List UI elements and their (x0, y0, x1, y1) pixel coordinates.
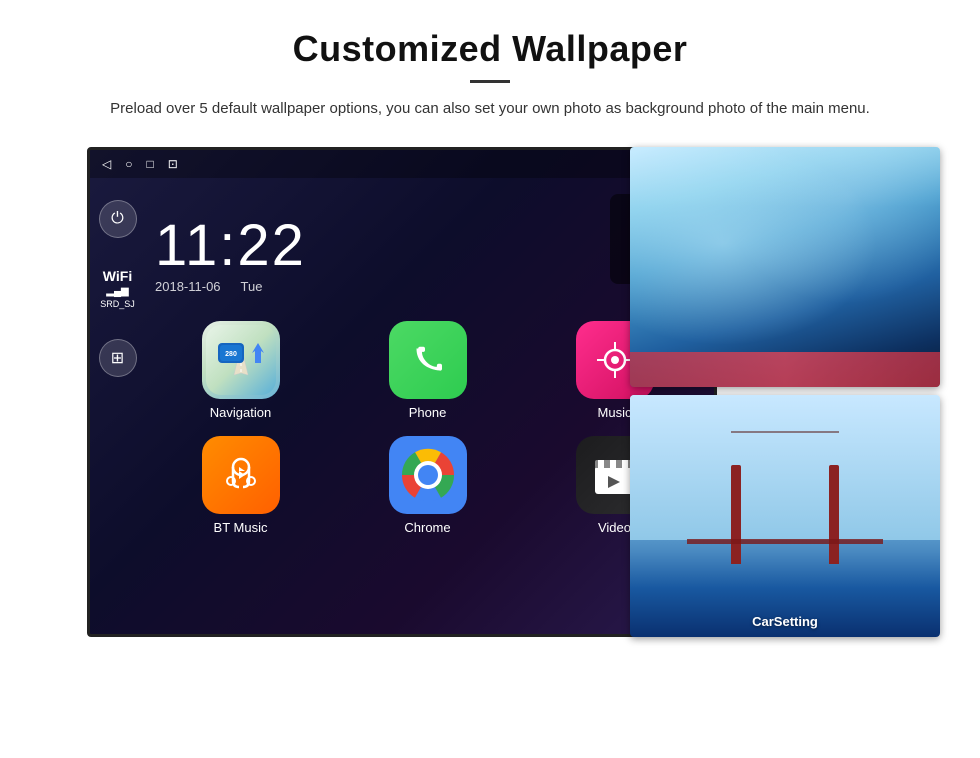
page-description: Preload over 5 default wallpaper options… (80, 97, 900, 121)
clock-display: 11:22 2018-11-06 Tue (155, 212, 590, 294)
phone-label: Phone (409, 405, 447, 420)
app-item-btmusic[interactable]: BT Music (155, 436, 326, 535)
app-item-chrome[interactable]: Chrome (342, 436, 513, 535)
navigation-icon: 280 (202, 321, 280, 399)
screenshot-icon[interactable]: ⊡ (168, 157, 178, 171)
chrome-icon (389, 436, 467, 514)
wallpaper-bottom: CarSetting (630, 395, 940, 637)
status-bar: ◁ ○ □ ⊡ 📍 ▼ 11:22 (90, 150, 714, 178)
video-label: Video (598, 520, 631, 535)
music-label: Music (598, 405, 632, 420)
phone-icon (389, 321, 467, 399)
day-value: Tue (241, 279, 263, 294)
wallpaper-top (630, 147, 940, 387)
android-screen: ◁ ○ □ ⊡ 📍 ▼ 11:22 ⏻ WiFi ▂▄▆ SRD_SJ ⊞ (87, 147, 717, 637)
wifi-ssid: SRD_SJ (100, 299, 135, 309)
wifi-info: WiFi ▂▄▆ SRD_SJ (100, 268, 135, 309)
power-button[interactable]: ⏻ (99, 200, 137, 238)
title-divider (470, 80, 510, 83)
page-title: Customized Wallpaper (80, 28, 900, 70)
wifi-label: WiFi (100, 268, 135, 284)
app-item-phone[interactable]: Phone (342, 321, 513, 420)
btmusic-icon (202, 436, 280, 514)
clock-date: 2018-11-06 Tue (155, 279, 590, 294)
date-value: 2018-11-06 (155, 279, 221, 294)
chrome-label: Chrome (404, 520, 450, 535)
btmusic-label: BT Music (214, 520, 268, 535)
app-item-navigation[interactable]: 280 Navigation (155, 321, 326, 420)
wifi-bars: ▂▄▆ (100, 286, 135, 297)
recent-icon[interactable]: □ (146, 157, 153, 171)
carsetting-label: CarSetting (630, 614, 940, 629)
left-sidebar: ⏻ WiFi ▂▄▆ SRD_SJ ⊞ (90, 150, 145, 637)
navigation-label: Navigation (210, 405, 271, 420)
apps-icon: ⊞ (111, 348, 124, 368)
power-icon: ⏻ (111, 210, 124, 228)
svg-text:280: 280 (225, 351, 237, 358)
clock-time: 11:22 (155, 212, 590, 279)
apps-button[interactable]: ⊞ (99, 339, 137, 377)
page-header: Customized Wallpaper Preload over 5 defa… (0, 0, 980, 137)
